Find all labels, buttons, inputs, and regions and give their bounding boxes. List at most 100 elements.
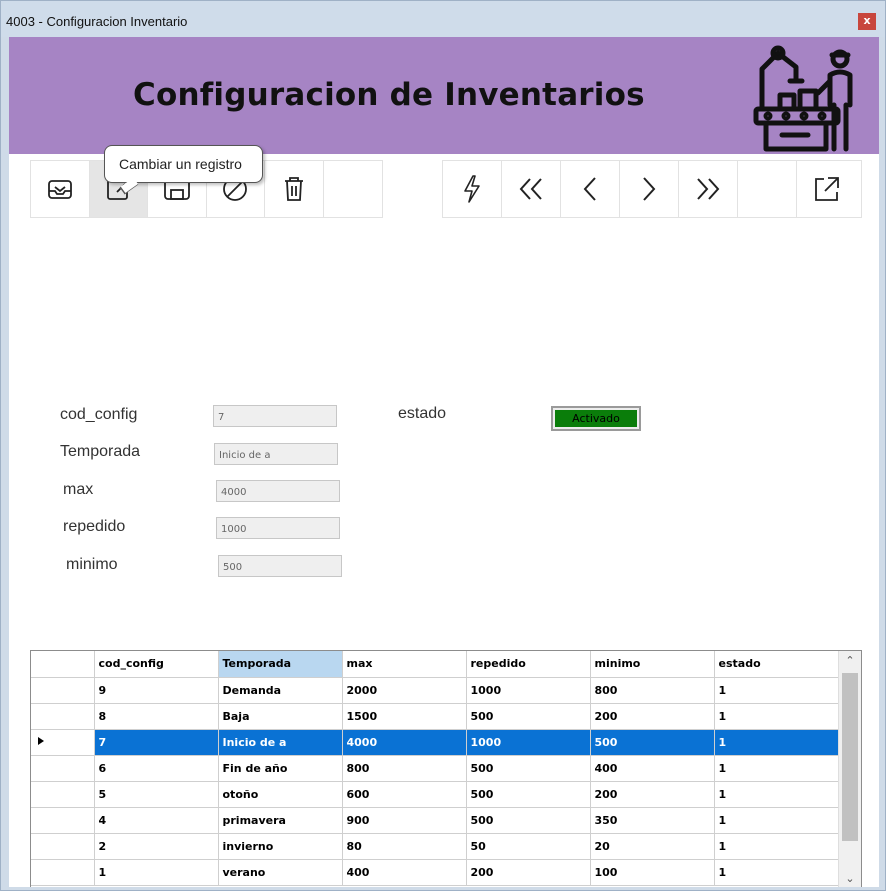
cell-temporada[interactable]: invierno [218,833,343,860]
cell-temporada[interactable]: Demanda [218,677,343,704]
table-row[interactable]: 1 verano 400 200 100 1 [31,859,839,886]
next-button[interactable] [620,161,679,217]
cell-repedido[interactable]: 500 [466,755,591,782]
scroll-thumb[interactable] [842,673,858,841]
cell-cod-config[interactable]: 6 [94,755,219,782]
estado-button-label: Activado [555,410,637,427]
cell-temporada[interactable]: otoño [218,781,343,808]
previous-button[interactable] [561,161,620,217]
cell-max[interactable]: 900 [342,807,467,834]
cell-temporada[interactable]: primavera [218,807,343,834]
cell-max[interactable]: 80 [342,833,467,860]
lightning-icon [464,175,480,203]
cell-estado[interactable]: 1 [714,755,839,782]
table-row[interactable]: 9 Demanda 2000 1000 800 1 [31,677,839,704]
row-header-cell[interactable] [31,703,95,730]
minimo-field[interactable]: 500 [218,555,342,577]
cell-temporada[interactable]: Inicio de a [218,729,343,756]
cell-repedido[interactable]: 1000 [466,677,591,704]
grid-table: cod_config Temporada max repedido minimo… [31,651,839,886]
cell-minimo[interactable]: 350 [590,807,715,834]
estado-label: estado [398,405,447,422]
max-field[interactable]: 4000 [216,480,340,502]
temporada-field[interactable]: Inicio de a [214,443,338,465]
cell-max[interactable]: 600 [342,781,467,808]
estado-toggle-button[interactable]: Activado [551,406,641,431]
row-header-cell[interactable] [31,755,95,782]
repedido-field[interactable]: 1000 [216,517,340,539]
cell-max[interactable]: 2000 [342,677,467,704]
cell-estado[interactable]: 1 [714,859,839,886]
cell-minimo[interactable]: 500 [590,729,715,756]
inbox-button[interactable] [31,161,90,217]
cell-max[interactable]: 4000 [342,729,467,756]
cell-minimo[interactable]: 100 [590,859,715,886]
cell-max[interactable]: 1500 [342,703,467,730]
cell-temporada[interactable]: Baja [218,703,343,730]
cell-minimo[interactable]: 20 [590,833,715,860]
cell-temporada[interactable]: Fin de año [218,755,343,782]
cell-cod-config[interactable]: 7 [94,729,219,756]
cell-repedido[interactable]: 1000 [466,729,591,756]
cell-cod-config[interactable]: 1 [94,859,219,886]
cell-estado[interactable]: 1 [714,729,839,756]
cell-repedido[interactable]: 500 [466,703,591,730]
table-row[interactable]: 8 Baja 1500 500 200 1 [31,703,839,730]
table-row[interactable]: 4 primavera 900 500 350 1 [31,807,839,834]
empty-toolbar-slot[interactable] [323,161,382,217]
table-row[interactable]: 6 Fin de año 800 500 400 1 [31,755,839,782]
row-header-cell[interactable] [31,729,95,756]
row-header-cell[interactable] [31,833,95,860]
inbox-icon [47,180,72,199]
export-button[interactable] [797,161,856,217]
column-header-cod-config[interactable]: cod_config [94,651,219,678]
cod-config-field[interactable]: 7 [213,405,337,427]
cell-repedido[interactable]: 500 [466,807,591,834]
data-grid[interactable]: cod_config Temporada max repedido minimo… [30,650,862,887]
cell-cod-config[interactable]: 5 [94,781,219,808]
row-header-cell[interactable] [31,677,95,704]
cell-cod-config[interactable]: 9 [94,677,219,704]
refresh-button[interactable] [443,161,502,217]
cell-minimo[interactable]: 200 [590,781,715,808]
column-header-temporada[interactable]: Temporada [218,651,343,678]
row-header-cell[interactable] [31,859,95,886]
cell-minimo[interactable]: 800 [590,677,715,704]
column-header-estado[interactable]: estado [714,651,839,678]
cell-estado[interactable]: 1 [714,781,839,808]
cell-minimo[interactable]: 200 [590,703,715,730]
vertical-scrollbar[interactable]: ⌃ ⌄ [838,651,861,887]
cell-estado[interactable]: 1 [714,807,839,834]
window-title: 4003 - Configuracion Inventario [6,14,188,29]
table-row[interactable]: 2 invierno 80 50 20 1 [31,833,839,860]
first-record-icon [519,178,542,200]
last-record-button[interactable] [679,161,738,217]
factory-worker-icon [753,45,853,152]
row-header-cell[interactable] [31,781,95,808]
cell-temporada[interactable]: verano [218,859,343,886]
cell-cod-config[interactable]: 8 [94,703,219,730]
cell-estado[interactable]: 1 [714,677,839,704]
scroll-down-icon[interactable]: ⌄ [839,869,861,887]
table-row[interactable]: 5 otoño 600 500 200 1 [31,781,839,808]
cell-repedido[interactable]: 200 [466,859,591,886]
empty-toolbar-slot[interactable] [738,161,797,217]
delete-button[interactable] [265,161,324,217]
close-button[interactable]: x [858,13,876,30]
cell-estado[interactable]: 1 [714,703,839,730]
column-header-minimo[interactable]: minimo [590,651,715,678]
cell-estado[interactable]: 1 [714,833,839,860]
column-header-max[interactable]: max [342,651,467,678]
cell-repedido[interactable]: 500 [466,781,591,808]
cell-max[interactable]: 400 [342,859,467,886]
cell-repedido[interactable]: 50 [466,833,591,860]
cell-max[interactable]: 800 [342,755,467,782]
cell-minimo[interactable]: 400 [590,755,715,782]
scroll-up-icon[interactable]: ⌃ [839,651,861,671]
table-row[interactable]: 7 Inicio de a 4000 1000 500 1 [31,729,839,756]
cell-cod-config[interactable]: 4 [94,807,219,834]
row-header-cell[interactable] [31,807,95,834]
first-record-button[interactable] [502,161,561,217]
column-header-repedido[interactable]: repedido [466,651,591,678]
cell-cod-config[interactable]: 2 [94,833,219,860]
